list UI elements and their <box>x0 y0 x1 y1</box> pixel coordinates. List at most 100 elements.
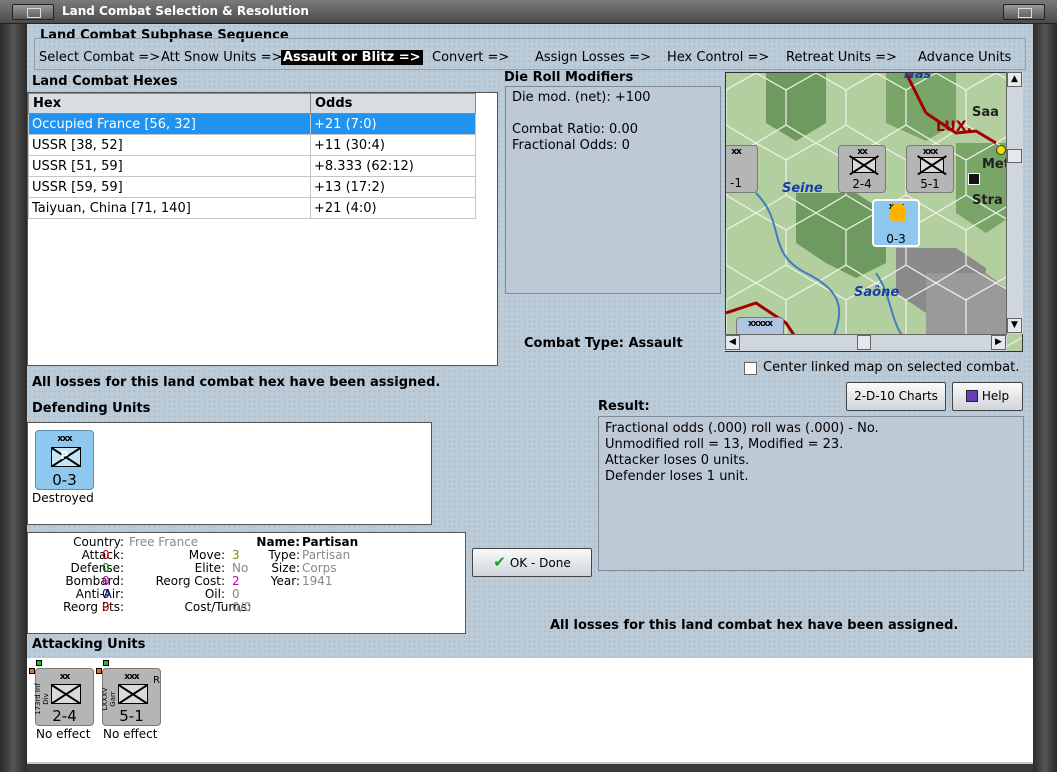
counter-size: xxx <box>57 434 72 444</box>
center-map-label: Center linked map on selected combat. <box>763 360 1020 375</box>
result-panel: Fractional odds (.000) roll was (.000) -… <box>598 416 1024 571</box>
step-assign-losses: Assign Losses => <box>535 50 651 65</box>
result-line: Defender loses 1 unit. <box>605 469 749 484</box>
cost-turns-value: 0/0 <box>232 600 252 614</box>
window-title: Land Combat Selection & Resolution <box>62 4 309 18</box>
odds-cell: +21 (7:0) <box>310 113 476 135</box>
unit-info-panel: Country: Free France Attack: 0 Defense: … <box>27 532 466 634</box>
counter-size: xx <box>731 147 742 157</box>
column-hex[interactable]: Hex <box>28 93 311 114</box>
odds-cell: +11 (30:4) <box>310 134 476 156</box>
linked-map[interactable]: Seine Saône LUX. Saa Met Stra Nas xx -1 … <box>725 72 1023 352</box>
hex-cell: Occupied France [56, 32] <box>28 113 311 135</box>
hex-cell: Taiyuan, China [71, 140] <box>28 197 311 219</box>
result-line: Attacker loses 0 units. <box>605 453 750 468</box>
table-row[interactable]: USSR [59, 59] +13 (17:2) <box>28 176 476 198</box>
defending-unit-counter[interactable]: xxx P 0-3 <box>35 430 94 490</box>
result-line: Fractional odds (.000) roll was (.000) -… <box>605 421 879 436</box>
attacking-unit-counter[interactable]: xxx LXXXV Garr R 5-1 <box>101 668 161 726</box>
infantry-icon <box>852 157 876 173</box>
fortress-icon <box>968 173 980 185</box>
ok-done-button[interactable]: ✔ OK - Done <box>472 548 592 577</box>
table-row[interactable]: USSR [51, 59] +8.333 (62:12) <box>28 155 476 177</box>
defending-unit-status: Destroyed <box>32 491 94 505</box>
scroll-right-arrow-icon[interactable]: ▶ <box>991 335 1006 350</box>
result-heading: Result: <box>598 399 650 414</box>
left-border <box>0 24 27 772</box>
ok-done-label: OK - Done <box>509 556 571 570</box>
map-label-saone: Saône <box>854 285 900 300</box>
losses-assigned-message-right: All losses for this land combat hex have… <box>550 618 959 633</box>
year-label: Year: <box>270 574 300 588</box>
counter-value: 5-1 <box>119 707 144 725</box>
restore-button[interactable] <box>1003 4 1045 20</box>
vertical-scroll-thumb[interactable] <box>1007 149 1022 163</box>
map-label-nas: Nas <box>904 72 932 82</box>
counter-letter: P <box>60 449 69 462</box>
garrison-icon <box>920 157 944 173</box>
map-counter-2-4[interactable]: xx 2-4 <box>838 145 886 193</box>
combat-type: Combat Type: Assault <box>524 336 683 351</box>
hex-cell: USSR [38, 52] <box>28 134 311 156</box>
right-border <box>1033 24 1057 772</box>
die-mod-net: Die mod. (net): +100 <box>512 90 651 105</box>
map-label-lux: LUX. <box>936 119 972 135</box>
center-map-checkbox[interactable] <box>744 362 757 375</box>
die-roll-heading: Die Roll Modifiers <box>504 70 634 85</box>
hexes-heading: Land Combat Hexes <box>32 74 178 89</box>
defending-heading: Defending Units <box>32 401 151 416</box>
infantry-icon <box>51 684 81 704</box>
attacking-unit-status: No effect <box>36 727 91 741</box>
step-convert: Convert => <box>432 50 510 65</box>
table-row[interactable]: Taiyuan, China [71, 140] +21 (4:0) <box>28 197 476 219</box>
map-label-seine: Seine <box>782 181 823 196</box>
table-row[interactable]: USSR [38, 52] +11 (30:4) <box>28 134 476 156</box>
year-value: 1941 <box>302 574 333 588</box>
map-label-saar: Saa <box>972 105 999 120</box>
step-select-combat: Select Combat => <box>39 50 161 65</box>
horizontal-scroll-thumb[interactable] <box>857 335 871 350</box>
explosion-icon <box>890 203 906 221</box>
counter-value: -1 <box>730 176 742 190</box>
table-row[interactable]: Occupied France [56, 32] +21 (7:0) <box>28 113 476 135</box>
title-bar: Land Combat Selection & Resolution <box>0 0 1057 24</box>
map-vertical-scrollbar[interactable]: ▲ ▼ <box>1006 72 1023 334</box>
map-counter-5-1[interactable]: xxx 5-1 <box>906 145 954 193</box>
map-counter-0-3[interactable]: xxx 0-3 <box>872 199 920 247</box>
counter-size: xxxxx <box>747 319 773 329</box>
scroll-up-arrow-icon[interactable]: ▲ <box>1007 72 1022 87</box>
attacking-heading: Attacking Units <box>32 637 146 652</box>
window-menu-button[interactable] <box>12 4 54 20</box>
hex-cell: USSR [59, 59] <box>28 176 311 198</box>
counter-value: 0-3 <box>886 232 906 246</box>
help-book-icon <box>965 390 978 402</box>
charts-button[interactable]: 2-D-10 Charts <box>846 382 946 411</box>
map-label-stra: Stra <box>972 193 1003 208</box>
garrison-icon <box>118 684 148 704</box>
column-odds[interactable]: Odds <box>310 93 476 114</box>
attacking-units-panel <box>27 658 1033 762</box>
step-assault-or-blitz: Assault or Blitz => <box>281 50 423 65</box>
result-line: Unmodified roll = 13, Modified = 23. <box>605 437 844 452</box>
map-counter-left[interactable]: xx -1 <box>726 145 758 193</box>
counter-value: 2-4 <box>852 177 872 191</box>
hex-cell: USSR [51, 59] <box>28 155 311 177</box>
step-att-snow-units: Att Snow Units => <box>161 50 283 65</box>
checkmark-icon: ✔ <box>493 553 506 571</box>
counter-value: 2-4 <box>52 707 77 725</box>
step-hex-control: Hex Control => <box>667 50 770 65</box>
losses-assigned-message: All losses for this land combat hex have… <box>32 375 441 390</box>
attacking-unit-counter[interactable]: xx 173rd Inf Div 2-4 <box>34 668 94 726</box>
scroll-down-arrow-icon[interactable]: ▼ <box>1007 318 1022 333</box>
odds-cell: +13 (17:2) <box>310 176 476 198</box>
counter-value: 0-3 <box>52 471 77 489</box>
map-horizontal-scrollbar[interactable]: ◀ ▶ <box>725 334 1007 351</box>
reorg-pts-label: Reorg Pts: <box>63 600 124 614</box>
help-button[interactable]: Help <box>952 382 1023 411</box>
reorg-pts-value: 0 <box>102 600 110 614</box>
country-value: Free France <box>129 535 199 549</box>
step-advance-units: Advance Units <box>918 50 1012 65</box>
unit-marker-icon <box>96 668 102 674</box>
step-retreat-units: Retreat Units => <box>786 50 897 65</box>
scroll-left-arrow-icon[interactable]: ◀ <box>725 335 740 350</box>
